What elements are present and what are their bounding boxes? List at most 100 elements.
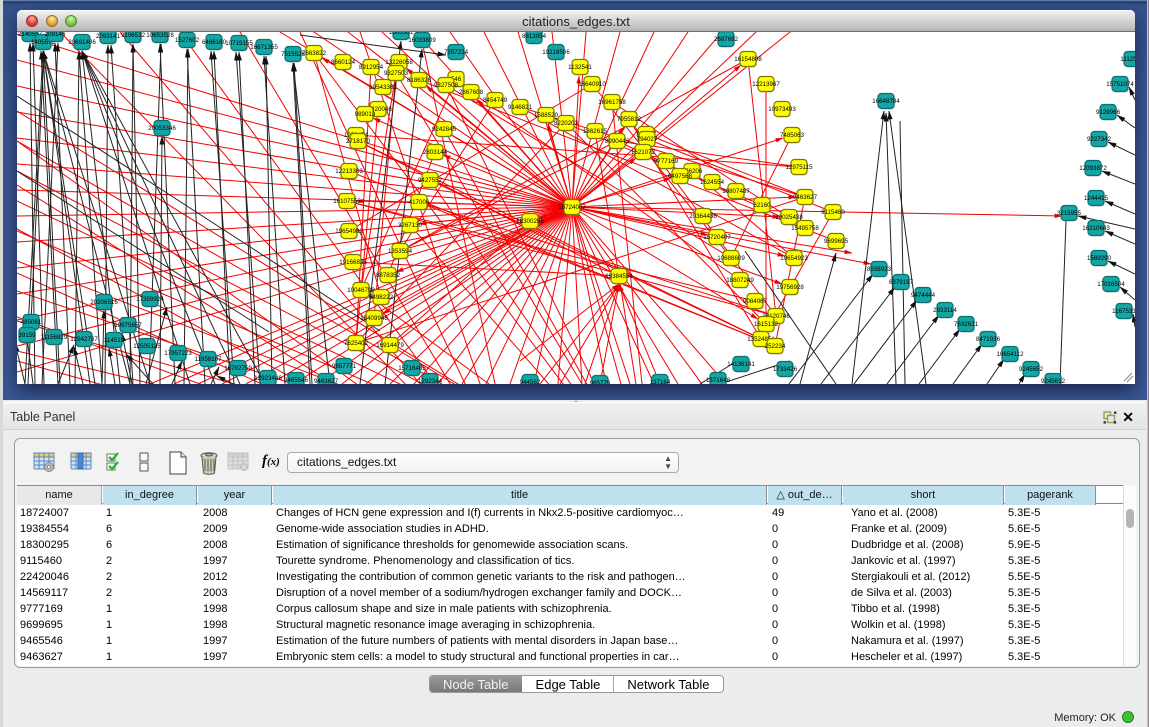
svg-text:2093141: 2093141 bbox=[96, 33, 121, 40]
svg-text:2718170: 2718170 bbox=[346, 138, 371, 145]
svg-text:2803144: 2803144 bbox=[423, 149, 448, 156]
svg-text:7955812: 7955812 bbox=[617, 116, 642, 123]
svg-text:12923446: 12923446 bbox=[254, 375, 282, 382]
svg-text:10654112: 10654112 bbox=[996, 351, 1024, 358]
svg-text:15751074: 15751074 bbox=[1106, 81, 1134, 88]
svg-text:19218506: 19218506 bbox=[542, 49, 570, 56]
svg-text:9245612: 9245612 bbox=[1041, 378, 1066, 384]
svg-text:14136141: 14136141 bbox=[727, 361, 755, 368]
svg-text:9084067: 9084067 bbox=[743, 298, 768, 305]
svg-text:9106532: 9106532 bbox=[121, 32, 146, 39]
svg-text:944562: 944562 bbox=[520, 379, 541, 384]
svg-text:6379197: 6379197 bbox=[889, 279, 914, 286]
svg-text:9129966: 9129966 bbox=[1096, 109, 1121, 116]
svg-text:10543362: 10543362 bbox=[369, 84, 397, 91]
svg-text:1371648: 1371648 bbox=[706, 377, 731, 384]
svg-text:9242845: 9242845 bbox=[432, 126, 457, 133]
svg-text:11958107: 11958107 bbox=[194, 356, 222, 363]
svg-text:18300295: 18300295 bbox=[516, 218, 544, 225]
svg-text:12505135: 12505135 bbox=[133, 343, 161, 350]
svg-text:10688609: 10688609 bbox=[717, 255, 745, 262]
svg-text:9777169: 9777169 bbox=[654, 158, 679, 165]
svg-text:9245652: 9245652 bbox=[1019, 366, 1044, 373]
svg-text:62160: 62160 bbox=[753, 202, 771, 209]
svg-text:9657771: 9657771 bbox=[332, 363, 357, 370]
svg-text:7663822: 7663822 bbox=[302, 50, 327, 57]
svg-text:8660124: 8660124 bbox=[331, 59, 356, 66]
svg-text:9227342: 9227342 bbox=[1087, 136, 1112, 143]
svg-text:18807249: 18807249 bbox=[726, 277, 754, 284]
svg-text:9699695: 9699695 bbox=[824, 238, 849, 245]
svg-text:12213303: 12213303 bbox=[335, 168, 363, 175]
svg-text:7485063: 7485063 bbox=[780, 132, 805, 139]
svg-text:1621072: 1621072 bbox=[631, 149, 656, 156]
svg-text:137164: 137164 bbox=[650, 379, 671, 384]
svg-text:1588520: 1588520 bbox=[534, 112, 559, 119]
svg-text:15716485: 15716485 bbox=[398, 365, 426, 372]
svg-text:5498222: 5498222 bbox=[369, 294, 394, 301]
svg-text:17359924: 17359924 bbox=[136, 296, 164, 303]
svg-text:19654923: 19654923 bbox=[780, 255, 808, 262]
svg-text:9463627: 9463627 bbox=[314, 378, 339, 384]
svg-text:8878352: 8878352 bbox=[376, 272, 401, 279]
svg-text:485061: 485061 bbox=[21, 319, 42, 326]
svg-text:16961758: 16961758 bbox=[598, 99, 626, 106]
svg-text:1603381: 1603381 bbox=[389, 32, 414, 36]
svg-text:1615132: 1615132 bbox=[754, 321, 779, 328]
svg-text:9327508: 9327508 bbox=[434, 82, 459, 89]
svg-text:8938923: 8938923 bbox=[867, 266, 892, 273]
svg-text:7632621: 7632621 bbox=[954, 321, 979, 328]
svg-text:417006: 417006 bbox=[409, 199, 430, 206]
svg-text:12213967: 12213967 bbox=[752, 81, 780, 88]
svg-text:18724007: 18724007 bbox=[558, 204, 586, 211]
svg-text:19756928: 19756928 bbox=[776, 284, 804, 291]
svg-text:16671355: 16671355 bbox=[250, 44, 278, 51]
svg-text:10807487: 10807487 bbox=[722, 188, 750, 195]
svg-text:209146: 209146 bbox=[45, 32, 66, 38]
svg-text:9327503: 9327503 bbox=[384, 70, 409, 77]
svg-text:1362615: 1362615 bbox=[583, 128, 608, 135]
svg-text:9115460: 9115460 bbox=[821, 209, 845, 216]
svg-text:12975115: 12975115 bbox=[785, 164, 813, 171]
svg-text:989013: 989013 bbox=[355, 111, 376, 118]
svg-text:9465546: 9465546 bbox=[284, 377, 309, 384]
svg-text:8990443: 8990443 bbox=[605, 138, 630, 145]
svg-text:16914479: 16914479 bbox=[376, 342, 404, 349]
svg-text:10719155: 10719155 bbox=[225, 40, 253, 47]
svg-text:1112541: 1112541 bbox=[1120, 56, 1135, 63]
svg-text:6497568: 6497568 bbox=[668, 173, 693, 180]
svg-text:7357224: 7357224 bbox=[444, 49, 469, 56]
svg-text:1624554: 1624554 bbox=[700, 179, 725, 186]
svg-text:15495758: 15495758 bbox=[791, 225, 819, 232]
svg-text:20364436: 20364436 bbox=[689, 213, 717, 220]
svg-text:7625402: 7625402 bbox=[344, 340, 369, 347]
svg-text:1527602: 1527602 bbox=[175, 37, 200, 44]
svg-text:10653528: 10653528 bbox=[146, 32, 174, 39]
svg-text:39159: 39159 bbox=[18, 332, 36, 339]
svg-text:17016504: 17016504 bbox=[1097, 281, 1125, 288]
svg-text:20691406: 20691406 bbox=[68, 39, 96, 46]
svg-text:1733426: 1733426 bbox=[773, 366, 798, 373]
svg-text:20053346: 20053346 bbox=[148, 125, 176, 132]
svg-text:12093872: 12093872 bbox=[1079, 165, 1107, 172]
svg-text:2867608: 2867608 bbox=[459, 89, 484, 96]
svg-text:3215955: 3215955 bbox=[1057, 210, 1082, 217]
svg-text:9427552: 9427552 bbox=[418, 177, 443, 184]
svg-text:3267130: 3267130 bbox=[398, 222, 423, 229]
svg-text:8454749: 8454749 bbox=[483, 97, 508, 104]
svg-text:9463627: 9463627 bbox=[793, 194, 818, 201]
svg-text:11156829: 11156829 bbox=[41, 334, 68, 341]
svg-text:1244415: 1244415 bbox=[1084, 195, 1109, 202]
svg-text:16648784: 16648784 bbox=[872, 98, 900, 105]
svg-text:9146821: 9146821 bbox=[508, 104, 533, 111]
svg-text:17957223: 17957223 bbox=[164, 350, 192, 357]
svg-text:2687682: 2687682 bbox=[714, 36, 739, 43]
svg-text:10973493: 10973493 bbox=[768, 106, 796, 113]
svg-text:8220203: 8220203 bbox=[554, 120, 579, 127]
svg-text:985779: 985779 bbox=[590, 380, 611, 384]
svg-text:1292344: 1292344 bbox=[418, 378, 443, 384]
svg-text:16154808: 16154808 bbox=[734, 56, 762, 63]
svg-text:8471036: 8471036 bbox=[976, 336, 1001, 343]
svg-text:8813054: 8813054 bbox=[522, 33, 547, 40]
svg-text:15409948: 15409948 bbox=[360, 315, 388, 322]
